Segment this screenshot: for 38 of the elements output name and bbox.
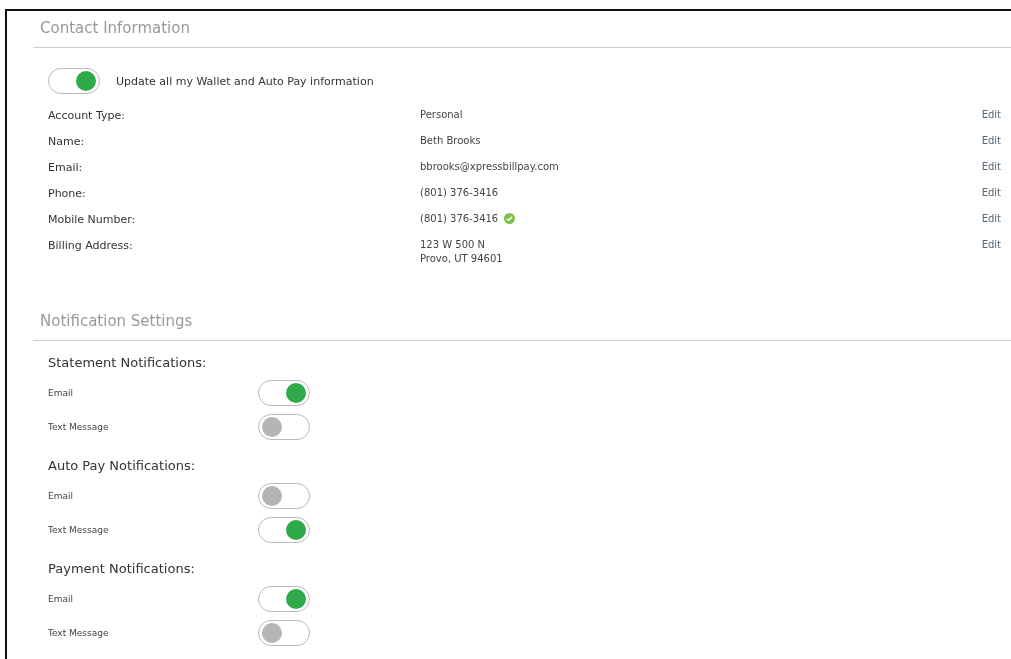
field-value: bbrooks@xpressbillpay.com <box>420 161 559 172</box>
option-label: Email <box>48 594 74 604</box>
toggle-switch[interactable] <box>258 517 310 543</box>
toggle-switch[interactable] <box>258 483 310 509</box>
group-heading: Statement Notifications: <box>48 355 208 370</box>
option-label: Text Message <box>48 422 110 432</box>
edit-link[interactable]: Edit <box>981 184 1001 198</box>
section-title: Contact Information <box>33 11 1011 48</box>
toggle-label: Update all my Wallet and Auto Pay information <box>116 74 374 88</box>
toggle-switch[interactable] <box>48 68 100 94</box>
edit-link[interactable]: Edit <box>981 236 1001 250</box>
option-label: Text Message <box>48 628 110 638</box>
toggle-switch[interactable] <box>258 380 310 406</box>
field-value: Personal <box>420 109 463 120</box>
toggle-switch[interactable] <box>258 620 310 646</box>
field-value: Beth Brooks <box>420 135 481 146</box>
field-value: Provo, UT 94601 <box>420 253 503 264</box>
field-label: Account Type: <box>48 108 126 122</box>
edit-link[interactable]: Edit <box>981 210 1001 224</box>
field-label: Billing Address: <box>48 238 134 252</box>
option-label: Email <box>48 491 74 501</box>
field-label: Name: <box>48 134 86 148</box>
option-label: Email <box>48 388 74 398</box>
field-label: Mobile Number: <box>48 212 137 226</box>
toggle-switch[interactable] <box>258 414 310 440</box>
option-label: Text Message <box>48 525 110 535</box>
field-value: (801) 376-3416 <box>420 187 499 198</box>
toggle-switch[interactable] <box>258 586 310 612</box>
edit-link[interactable]: Edit <box>981 132 1001 146</box>
edit-link[interactable]: Edit <box>981 106 1001 120</box>
group-heading: Payment Notifications: <box>48 561 196 576</box>
group-heading: Auto Pay Notifications: <box>48 458 197 473</box>
edit-link[interactable]: Edit <box>981 158 1001 172</box>
field-label: Phone: <box>48 186 87 200</box>
field-value: 123 W 500 N <box>420 239 486 250</box>
field-value: (801) 376-3416 <box>420 213 499 224</box>
section-title: Notification Settings <box>33 304 1011 341</box>
field-label: Email: <box>48 160 84 174</box>
